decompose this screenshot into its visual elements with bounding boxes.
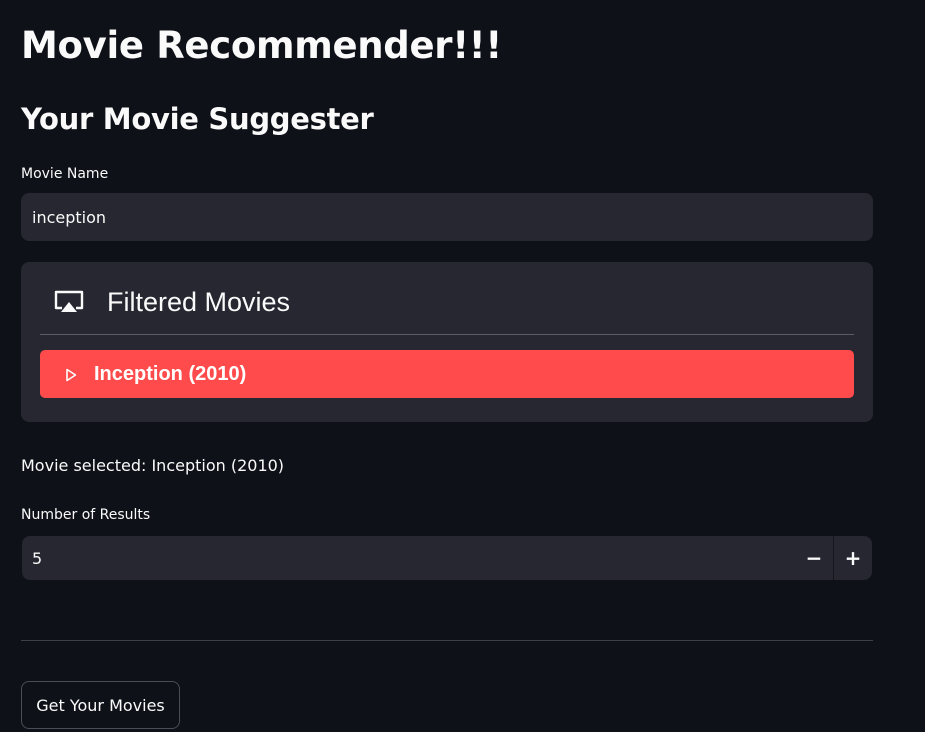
section-divider bbox=[21, 640, 873, 641]
filtered-movies-title: Filtered Movies bbox=[107, 286, 291, 317]
get-your-movies-button[interactable]: Get Your Movies bbox=[21, 681, 180, 729]
selected-movie-text: Movie selected: Inception (2010) bbox=[21, 456, 285, 475]
number-of-results-label: Number of Results bbox=[21, 507, 151, 523]
app-page: Movie Recommender!!! Your Movie Suggeste… bbox=[0, 0, 925, 732]
increment-button[interactable]: + bbox=[834, 536, 872, 580]
filtered-movies-header: Filtered Movies bbox=[53, 284, 290, 320]
airplay-icon bbox=[53, 289, 85, 315]
page-title: Movie Recommender!!! bbox=[21, 24, 502, 67]
filtered-movies-panel: Filtered Movies Inception (2010) bbox=[21, 262, 873, 422]
panel-divider bbox=[40, 334, 854, 335]
number-of-results-stepper: 5 − + bbox=[22, 536, 872, 580]
number-of-results-input[interactable]: 5 bbox=[22, 536, 795, 580]
movie-option-label: Inception (2010) bbox=[94, 362, 247, 385]
movie-name-label: Movie Name bbox=[21, 166, 109, 182]
page-subtitle: Your Movie Suggester bbox=[21, 102, 374, 136]
movie-option-inception[interactable]: Inception (2010) bbox=[40, 350, 854, 398]
play-triangle-icon bbox=[65, 367, 77, 382]
decrement-button[interactable]: − bbox=[795, 536, 833, 580]
movie-name-input[interactable] bbox=[21, 193, 873, 241]
